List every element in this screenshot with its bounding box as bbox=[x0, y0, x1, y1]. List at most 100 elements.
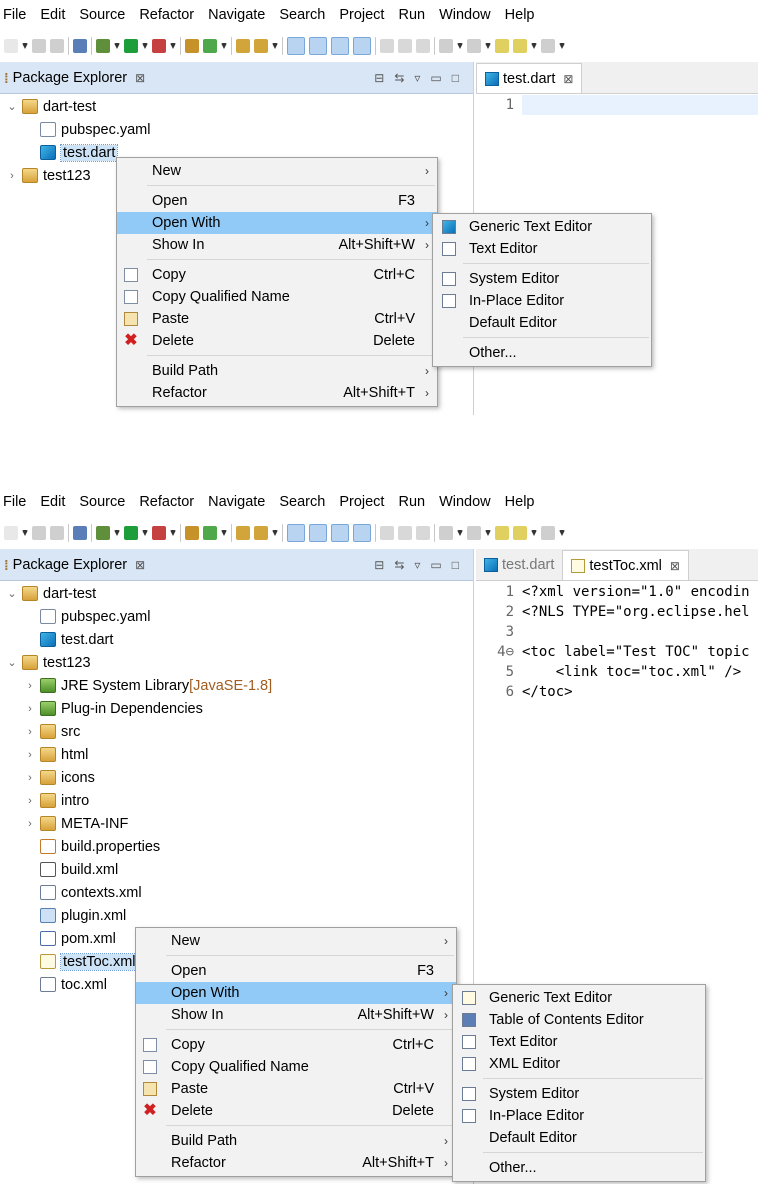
menu-item-open[interactable]: Open F3 bbox=[136, 960, 456, 982]
hl-tool-icon[interactable] bbox=[287, 524, 305, 542]
save-all-tool-icon[interactable] bbox=[50, 39, 64, 53]
dropdown-arrow-icon[interactable] bbox=[142, 530, 148, 536]
menu-source[interactable]: Source bbox=[79, 7, 125, 23]
dropdown-arrow-icon[interactable] bbox=[114, 530, 120, 536]
back-tool-icon[interactable] bbox=[495, 526, 509, 540]
chevron-right-icon[interactable]: › bbox=[24, 749, 36, 761]
submenu-item-system-editor[interactable]: System Editor bbox=[453, 1083, 705, 1105]
tree-item-icons[interactable]: › icons bbox=[24, 766, 95, 789]
tree-item-pubspec-yaml[interactable]: pubspec.yaml bbox=[24, 605, 150, 628]
menu-item-refactor[interactable]: Refactor Alt+Shift+T › bbox=[117, 382, 437, 404]
submenu-item-table-of-contents-editor[interactable]: Table of Contents Editor bbox=[453, 1009, 705, 1031]
dropdown-arrow-icon[interactable] bbox=[22, 43, 28, 49]
tree-item-jre-system-library[interactable]: › JRE System Library [JavaSE-1.8] bbox=[24, 674, 272, 697]
tree-item-html[interactable]: › html bbox=[24, 743, 88, 766]
dropdown-arrow-icon[interactable] bbox=[457, 43, 463, 49]
menu-edit[interactable]: Edit bbox=[40, 7, 65, 23]
submenu-item-text-editor[interactable]: Text Editor bbox=[433, 238, 651, 260]
menu-search[interactable]: Search bbox=[279, 494, 325, 510]
menu-window[interactable]: Window bbox=[439, 494, 491, 510]
dropdown-arrow-icon[interactable] bbox=[221, 530, 227, 536]
submenu-item-system-editor[interactable]: System Editor bbox=[433, 268, 651, 290]
menu-navigate[interactable]: Navigate bbox=[208, 494, 265, 510]
fwd-tool-icon[interactable] bbox=[513, 39, 527, 53]
chevron-down-icon[interactable]: ⌄ bbox=[6, 656, 18, 669]
para-tool-icon[interactable] bbox=[416, 526, 430, 540]
dropdown-arrow-icon[interactable] bbox=[485, 530, 491, 536]
chevron-right-icon[interactable]: › bbox=[24, 772, 36, 784]
dropdown-arrow-icon[interactable] bbox=[114, 43, 120, 49]
chevron-right-icon[interactable]: › bbox=[6, 170, 18, 182]
menu-item-show-in[interactable]: Show In Alt+Shift+W › bbox=[117, 234, 437, 256]
menu-item-paste[interactable]: Paste Ctrl+V bbox=[117, 308, 437, 330]
submenu-item-other[interactable]: Other... bbox=[433, 342, 651, 364]
submenu-item-in-place-editor[interactable]: In-Place Editor bbox=[453, 1105, 705, 1127]
new-tool-icon[interactable] bbox=[4, 39, 18, 53]
menu-item-open-with[interactable]: Open With › bbox=[117, 212, 437, 234]
back-tool-icon[interactable] bbox=[495, 39, 509, 53]
menu-item-build-path[interactable]: Build Path › bbox=[117, 360, 437, 382]
menu-help[interactable]: Help bbox=[505, 7, 535, 23]
minimize-icon[interactable]: ▭ bbox=[430, 71, 441, 85]
menu-item-refactor[interactable]: Refactor Alt+Shift+T › bbox=[136, 1152, 456, 1174]
skip-tool-icon[interactable] bbox=[73, 39, 87, 53]
tree-item-dart-test[interactable]: ⌄ dart-test bbox=[6, 95, 96, 118]
menu-search[interactable]: Search bbox=[279, 7, 325, 23]
new-class-tool-icon[interactable] bbox=[203, 39, 217, 53]
menu-item-show-in[interactable]: Show In Alt+Shift+W › bbox=[136, 1004, 456, 1026]
menu-item-delete[interactable]: ✖ Delete Delete bbox=[117, 330, 437, 352]
menu-file[interactable]: File bbox=[3, 7, 26, 23]
maximize-icon[interactable]: □ bbox=[452, 71, 459, 85]
menu-item-copy[interactable]: Copy Ctrl+C bbox=[117, 264, 437, 286]
dropdown-arrow-icon[interactable] bbox=[559, 43, 565, 49]
menu-item-copy-qualified-name[interactable]: Copy Qualified Name bbox=[136, 1056, 456, 1078]
tree-item-plug-in-dependencies[interactable]: › Plug-in Dependencies bbox=[24, 697, 203, 720]
link-editor-icon[interactable]: ⇆ bbox=[394, 558, 404, 572]
new-tool-icon[interactable] bbox=[4, 526, 18, 540]
menu-item-open-with[interactable]: Open With › bbox=[136, 982, 456, 1004]
hl-tool-icon[interactable] bbox=[331, 37, 349, 55]
hl-tool-icon[interactable] bbox=[353, 524, 371, 542]
submenu-item-xml-editor[interactable]: XML Editor bbox=[453, 1053, 705, 1075]
tree-item-testtoc-xml[interactable]: testToc.xml bbox=[24, 950, 139, 973]
menu-file[interactable]: File bbox=[3, 494, 26, 510]
menu-navigate[interactable]: Navigate bbox=[208, 7, 265, 23]
tree-item-dart-test[interactable]: ⌄ dart-test bbox=[6, 582, 96, 605]
tree-item-test123[interactable]: › test123 bbox=[6, 164, 90, 187]
pkg-tool-icon[interactable] bbox=[185, 39, 199, 53]
dropdown-arrow-icon[interactable] bbox=[531, 43, 537, 49]
debug-tool-icon[interactable] bbox=[96, 39, 110, 53]
dropdown-arrow-icon[interactable] bbox=[170, 530, 176, 536]
dropdown-arrow-icon[interactable] bbox=[485, 43, 491, 49]
submenu-item-other[interactable]: Other... bbox=[453, 1157, 705, 1179]
chevron-right-icon[interactable]: › bbox=[24, 726, 36, 738]
close-view-icon[interactable]: ⊠ bbox=[135, 558, 145, 572]
tree-item-test-dart[interactable]: test.dart bbox=[24, 141, 119, 164]
skip-tool-icon[interactable] bbox=[73, 526, 87, 540]
menu-refactor[interactable]: Refactor bbox=[139, 7, 194, 23]
menu-item-open[interactable]: Open F3 bbox=[117, 190, 437, 212]
tree-item-build-properties[interactable]: build.properties bbox=[24, 835, 160, 858]
pkg-tool-icon[interactable] bbox=[185, 526, 199, 540]
collapse-all-icon[interactable]: ⊟ bbox=[374, 71, 384, 85]
open-tool-icon[interactable] bbox=[236, 526, 250, 540]
editor-tab-test-dart[interactable]: test.dart ⊠ bbox=[476, 63, 583, 93]
close-view-icon[interactable]: ⊠ bbox=[135, 71, 145, 85]
dropdown-arrow-icon[interactable] bbox=[272, 530, 278, 536]
mark-tool-icon[interactable] bbox=[398, 39, 412, 53]
maximize-icon[interactable]: □ bbox=[452, 558, 459, 572]
mark-tool-icon[interactable] bbox=[398, 526, 412, 540]
code-text[interactable]: <?xml version="1.0" encodin <?NLS TYPE="o… bbox=[522, 582, 758, 702]
hl-tool-icon[interactable] bbox=[287, 37, 305, 55]
menu-refactor[interactable]: Refactor bbox=[139, 494, 194, 510]
chevron-down-icon[interactable]: ⌄ bbox=[6, 587, 18, 600]
prev-tool-icon[interactable] bbox=[467, 526, 481, 540]
close-tab-icon[interactable]: ⊠ bbox=[670, 559, 680, 573]
tree-item-meta-inf[interactable]: › META-INF bbox=[24, 812, 128, 835]
chevron-right-icon[interactable]: › bbox=[24, 818, 36, 830]
hl-tool-icon[interactable] bbox=[309, 524, 327, 542]
dropdown-arrow-icon[interactable] bbox=[22, 530, 28, 536]
fwd2-tool-icon[interactable] bbox=[541, 526, 555, 540]
save-tool-icon[interactable] bbox=[32, 526, 46, 540]
tree-item-contexts-xml[interactable]: contexts.xml bbox=[24, 881, 142, 904]
